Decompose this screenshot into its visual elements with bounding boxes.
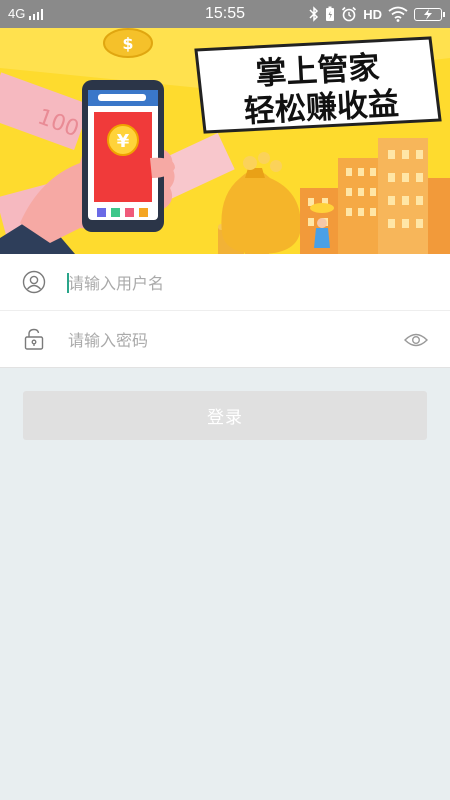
- username-row: [0, 254, 450, 311]
- banner-illustration: $ 100 ¥ 掌上管家 轻松赚收益: [0, 28, 450, 254]
- alarm-icon: [342, 6, 357, 22]
- password-input[interactable]: [68, 326, 388, 354]
- bluetooth-icon: [309, 6, 319, 22]
- status-bar: 4G 15:55 HD: [0, 0, 450, 28]
- eye-icon[interactable]: [404, 330, 428, 350]
- phone-illustration: ¥: [82, 80, 164, 232]
- promo-banner: $ 100 ¥ 掌上管家 轻松赚收益: [0, 28, 450, 254]
- text-cursor: [67, 273, 69, 293]
- login-form: [0, 254, 450, 368]
- battery-saver-icon: [326, 6, 335, 21]
- lock-icon: [24, 328, 44, 350]
- username-input[interactable]: [68, 269, 388, 297]
- dollar-coin-icon: $: [103, 28, 153, 58]
- wifi-icon: [388, 6, 408, 22]
- login-button[interactable]: 登录: [23, 391, 427, 440]
- battery-icon: [414, 7, 445, 21]
- svg-text:$: $: [122, 34, 133, 53]
- user-icon: [22, 270, 46, 294]
- headline-card: 掌上管家 轻松赚收益: [194, 36, 442, 134]
- hd-indicator: HD: [363, 6, 382, 22]
- svg-text:¥: ¥: [117, 131, 130, 152]
- password-row: [0, 311, 450, 368]
- headline-line-1: 掌上管家: [255, 50, 381, 92]
